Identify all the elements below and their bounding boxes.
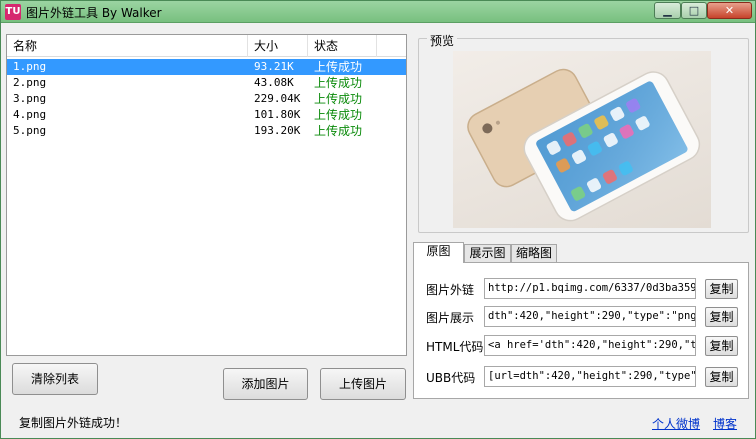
- show-label: 图片展示: [426, 311, 475, 325]
- file-size: 101.80K: [254, 108, 301, 121]
- show-field[interactable]: dth":420,"height":290,"type":"png",: [484, 306, 696, 327]
- upload-status: 上传成功: [314, 60, 363, 74]
- link-field[interactable]: http://p1.bqimg.com/6337/0d3ba35942: [484, 278, 696, 299]
- file-size: 229.04K: [254, 92, 301, 105]
- app-logo-icon: TU: [5, 4, 21, 20]
- html-label: HTML代码: [426, 340, 484, 354]
- link-label: 图片外链: [426, 283, 475, 297]
- tab-thumbnail[interactable]: 缩略图: [511, 244, 557, 263]
- file-name: 3.png: [13, 92, 47, 105]
- html-field[interactable]: <a href='dth":420,"height":290,"typ: [484, 335, 696, 356]
- add-image-button[interactable]: 添加图片: [223, 368, 308, 400]
- upload-image-button[interactable]: 上传图片: [320, 368, 406, 400]
- clear-list-button[interactable]: 清除列表: [12, 363, 98, 395]
- maximize-button[interactable]: □: [681, 2, 707, 19]
- file-size: 193.20K: [254, 124, 301, 137]
- status-message: 复制图片外链成功！: [19, 416, 128, 430]
- file-row[interactable]: 1.png 93.21K 上传成功: [7, 59, 406, 75]
- upload-status: 上传成功: [314, 124, 363, 138]
- copy-ubb-button[interactable]: 复制: [705, 367, 738, 387]
- column-header-size[interactable]: 大小: [248, 35, 308, 57]
- file-list[interactable]: 名称 大小 状态 1.png 93.21K 上传成功 2.png 43.08K …: [6, 34, 407, 356]
- app-window: TU 图片外链工具 By Walker ▁ □ ✕ 名称 大小 状态 1.png…: [0, 0, 756, 439]
- file-name: 4.png: [13, 108, 47, 121]
- file-row[interactable]: 3.png 229.04K 上传成功: [7, 91, 406, 107]
- code-panel: 图片外链 http://p1.bqimg.com/6337/0d3ba35942…: [413, 262, 749, 399]
- upload-status: 上传成功: [314, 108, 363, 122]
- phone-photo-icon: [467, 68, 701, 222]
- upload-status: 上传成功: [314, 92, 363, 106]
- column-header-status[interactable]: 状态: [308, 35, 377, 57]
- file-row[interactable]: 2.png 43.08K 上传成功: [7, 75, 406, 91]
- close-button[interactable]: ✕: [707, 2, 752, 19]
- tab-display[interactable]: 展示图: [464, 244, 511, 263]
- copy-link-button[interactable]: 复制: [705, 279, 738, 299]
- file-size: 43.08K: [254, 76, 294, 89]
- file-row[interactable]: 4.png 101.80K 上传成功: [7, 107, 406, 123]
- file-name: 2.png: [13, 76, 47, 89]
- file-list-header: 名称 大小 状态: [7, 35, 406, 57]
- window-title: 图片外链工具 By Walker: [26, 6, 162, 20]
- title-bar[interactable]: TU 图片外链工具 By Walker ▁ □ ✕: [1, 1, 755, 23]
- file-name: 5.png: [13, 124, 47, 137]
- ubb-label: UBB代码: [426, 371, 476, 385]
- file-row[interactable]: 5.png 193.20K 上传成功: [7, 123, 406, 139]
- column-header-name[interactable]: 名称: [7, 35, 248, 57]
- preview-label: 预览: [427, 32, 458, 49]
- file-size: 93.21K: [254, 60, 294, 73]
- weibo-link[interactable]: 个人微博: [652, 415, 700, 432]
- tab-original[interactable]: 原图: [413, 242, 464, 263]
- copy-show-button[interactable]: 复制: [705, 307, 738, 327]
- blog-link[interactable]: 博客: [713, 415, 737, 432]
- copy-html-button[interactable]: 复制: [705, 336, 738, 356]
- upload-status: 上传成功: [314, 76, 363, 90]
- minimize-button[interactable]: ▁: [654, 2, 681, 19]
- preview-image: [453, 51, 711, 228]
- file-name: 1.png: [13, 60, 47, 73]
- ubb-field[interactable]: [url=dth":420,"height":290,"type":": [484, 366, 696, 387]
